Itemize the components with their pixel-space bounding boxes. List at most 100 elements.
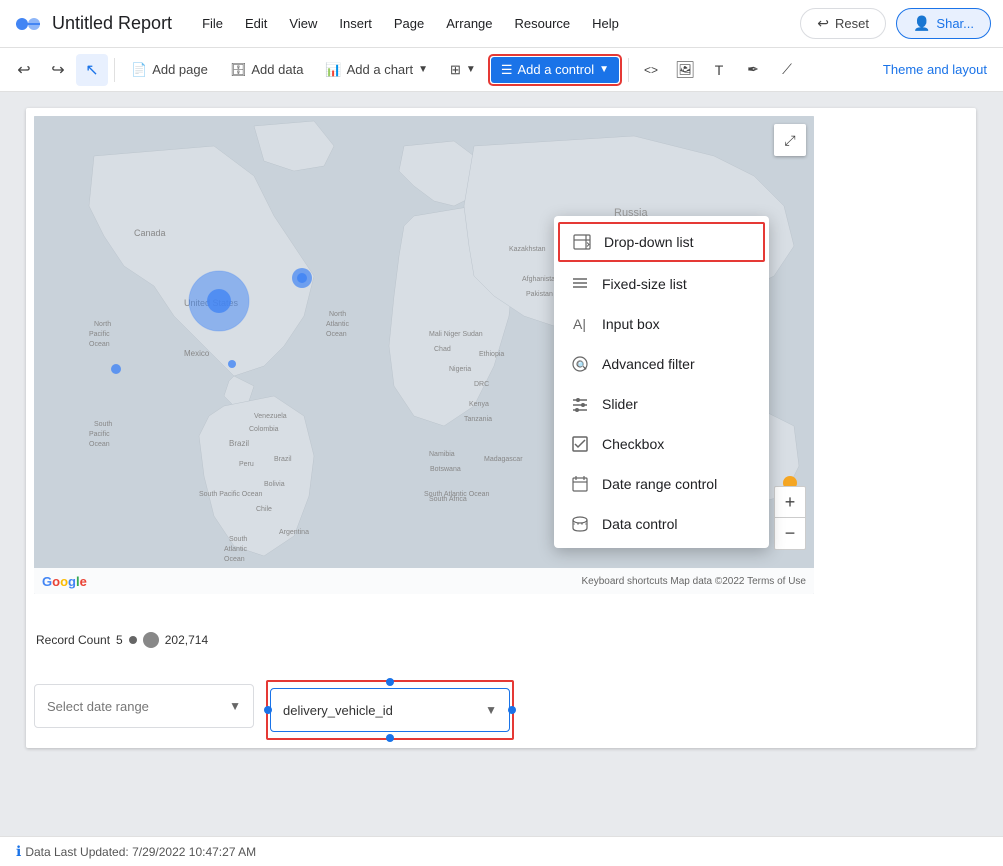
redo-button[interactable]: ↪	[42, 54, 74, 86]
app-logo	[12, 8, 44, 40]
report-canvas: Russia Canada United States Mexico Brazi…	[26, 108, 976, 748]
dropdown-control[interactable]: delivery_vehicle_id ▼	[270, 688, 510, 732]
svg-text:Mali Niger Sudan: Mali Niger Sudan	[429, 331, 483, 338]
menu-bar: File Edit View Insert Page Arrange Resou…	[192, 12, 629, 35]
theme-layout-button[interactable]: Theme and layout	[875, 57, 995, 82]
resize-handle-right[interactable]	[508, 706, 516, 714]
resize-handle-left[interactable]	[264, 706, 272, 714]
add-control-button[interactable]: ☰ Add a control ▼	[491, 57, 619, 83]
record-count-value1: 5	[116, 633, 123, 647]
map-footer: Google Keyboard shortcuts Map data ©2022…	[34, 568, 814, 594]
svg-text:Madagascar: Madagascar	[484, 456, 523, 463]
svg-text:Ocean: Ocean	[326, 331, 347, 338]
add-page-icon: 📄	[131, 62, 147, 78]
svg-text:Tanzania: Tanzania	[464, 416, 492, 423]
menu-option-data-control[interactable]: Data control	[554, 504, 769, 544]
image-button[interactable]: 🖼	[669, 54, 701, 86]
svg-text:Pacific: Pacific	[89, 331, 110, 338]
google-logo: G	[42, 574, 52, 589]
menu-option-date-range-label: Date range control	[602, 476, 717, 492]
svg-text:Nigeria: Nigeria	[449, 366, 471, 373]
resize-handle-top[interactable]	[386, 678, 394, 686]
menu-help[interactable]: Help	[582, 12, 629, 35]
menu-page[interactable]: Page	[384, 12, 434, 35]
menu-option-fixed-size-list[interactable]: Fixed-size list	[554, 264, 769, 304]
menu-option-dropdown-list[interactable]: Drop-down list	[558, 222, 765, 262]
undo-button[interactable]: ↩	[8, 54, 40, 86]
lines-button[interactable]: ⟋	[771, 54, 803, 86]
status-text: Data Last Updated: 7/29/2022 10:47:27 AM	[25, 845, 256, 859]
date-range-icon	[570, 474, 590, 494]
svg-text:Atlantic: Atlantic	[224, 546, 247, 553]
menu-insert[interactable]: Insert	[329, 12, 382, 35]
advanced-filter-icon: 🔍	[570, 354, 590, 374]
svg-text:South Pacific Ocean: South Pacific Ocean	[199, 491, 263, 498]
menu-file[interactable]: File	[192, 12, 233, 35]
menu-option-date-range-control[interactable]: Date range control	[554, 464, 769, 504]
add-chart-button[interactable]: 📊 Add a chart ▼	[315, 57, 438, 83]
svg-text:Ocean: Ocean	[224, 556, 245, 563]
add-control-chevron: ▼	[599, 64, 609, 75]
dropdown-control-wrapper: delivery_vehicle_id ▼	[266, 680, 514, 740]
svg-text:South Africa: South Africa	[429, 496, 467, 503]
map-fullscreen-button[interactable]: ⤢	[774, 124, 806, 156]
menu-view[interactable]: View	[279, 12, 327, 35]
svg-text:Pacific: Pacific	[89, 431, 110, 438]
embed-button[interactable]: <>	[635, 54, 667, 86]
menu-resource[interactable]: Resource	[505, 12, 581, 35]
menu-option-advanced-filter-label: Advanced filter	[602, 356, 695, 372]
add-component-icon: ⊞	[450, 62, 461, 78]
svg-text:Mexico: Mexico	[184, 349, 210, 358]
menu-option-data-control-label: Data control	[602, 516, 677, 532]
menu-option-input-box[interactable]: A| Input box	[554, 304, 769, 344]
share-icon: 👤	[913, 15, 930, 32]
date-range-control[interactable]: Select date range ▼	[34, 684, 254, 728]
textbox-button[interactable]: T	[703, 54, 735, 86]
menu-option-checkbox-label: Checkbox	[602, 436, 664, 452]
svg-text:North: North	[94, 321, 111, 328]
shapes-button[interactable]: ✒	[737, 54, 769, 86]
report-title: Untitled Report	[52, 13, 172, 34]
add-page-button[interactable]: 📄 Add page	[121, 57, 218, 83]
menu-option-checkbox[interactable]: Checkbox	[554, 424, 769, 464]
svg-text:Venezuela: Venezuela	[254, 413, 287, 420]
record-count-label: Record Count	[36, 633, 110, 647]
map-attribution: Keyboard shortcuts Map data ©2022 Terms …	[581, 576, 806, 587]
add-component-button[interactable]: ⊞ ▼	[440, 57, 486, 83]
data-control-icon	[570, 514, 590, 534]
input-box-icon: A|	[570, 314, 590, 334]
cursor-button[interactable]: ↖	[76, 54, 108, 86]
menu-edit[interactable]: Edit	[235, 12, 277, 35]
menu-option-advanced-filter[interactable]: 🔍 Advanced filter	[554, 344, 769, 384]
fixed-size-list-icon	[570, 274, 590, 294]
zoom-in-button[interactable]: +	[774, 486, 806, 518]
control-type-menu: Drop-down list Fixed-size list A|	[554, 216, 769, 548]
reset-icon: ↩	[817, 15, 829, 32]
add-control-icon: ☰	[501, 62, 513, 78]
date-chevron-icon: ▼	[229, 699, 241, 713]
add-data-button[interactable]: 🗄 Add data	[220, 57, 314, 83]
checkbox-icon	[570, 434, 590, 454]
menu-option-slider-label: Slider	[602, 396, 638, 412]
reset-button[interactable]: ↩ Reset	[800, 8, 886, 39]
svg-text:Namibia: Namibia	[429, 451, 455, 458]
svg-text:Canada: Canada	[134, 228, 166, 238]
resize-handle-bottom[interactable]	[386, 734, 394, 742]
legend-dot-large	[143, 632, 159, 648]
add-chart-chevron: ▼	[418, 64, 428, 75]
slider-icon	[570, 394, 590, 414]
zoom-out-button[interactable]: −	[774, 518, 806, 550]
svg-text:Kazakhstan: Kazakhstan	[509, 246, 546, 253]
svg-text:Atlantic: Atlantic	[326, 321, 349, 328]
menu-arrange[interactable]: Arrange	[436, 12, 502, 35]
add-chart-icon: 📊	[325, 62, 341, 78]
svg-text:Kenya: Kenya	[469, 401, 489, 408]
menu-option-slider[interactable]: Slider	[554, 384, 769, 424]
svg-text:Botswana: Botswana	[430, 466, 461, 473]
svg-text:Chile: Chile	[256, 506, 272, 513]
svg-text:North: North	[329, 311, 346, 318]
legend-dot-small	[129, 636, 137, 644]
svg-text:Pakistan: Pakistan	[526, 291, 553, 298]
status-icon: ℹ	[16, 843, 21, 860]
share-button[interactable]: 👤 Shar...	[896, 8, 991, 39]
